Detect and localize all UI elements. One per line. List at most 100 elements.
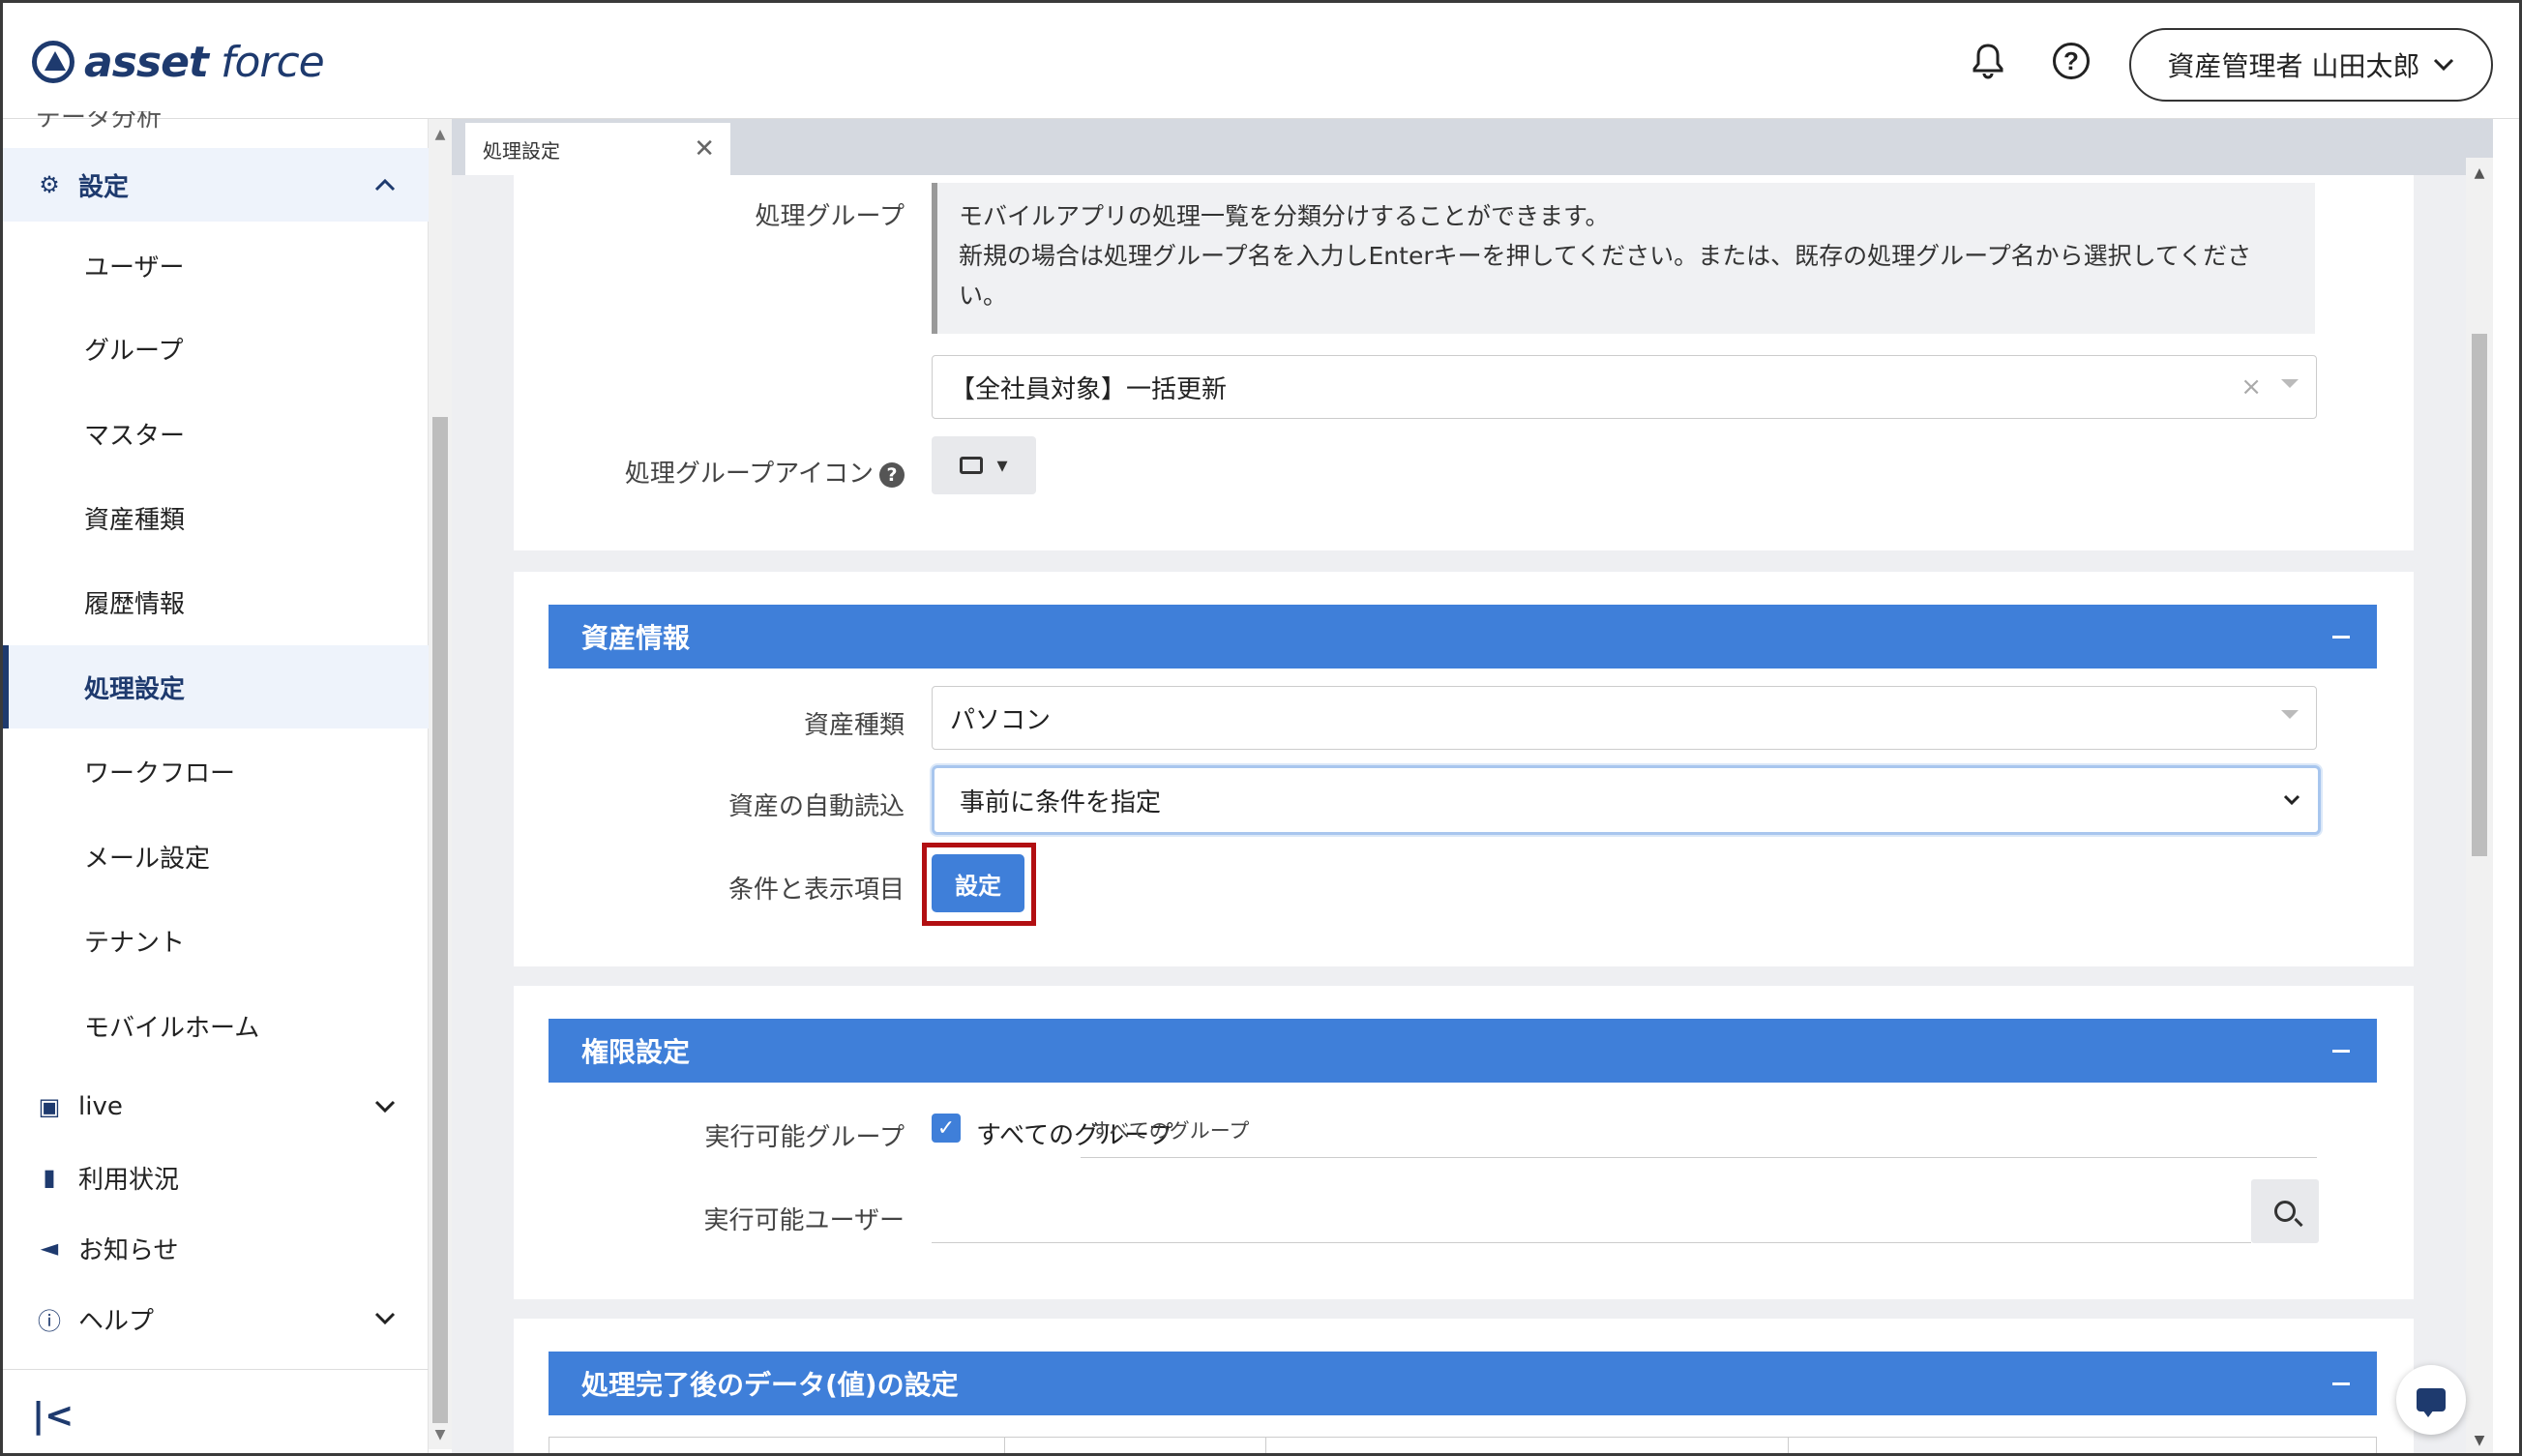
process-group-label: 処理グループ [755,202,905,231]
process-group-icon-label: 処理グループアイコン [624,460,874,489]
chat-icon [2417,1388,2446,1417]
tab-process-settings[interactable]: 処理設定 ✕ [465,123,730,175]
asset-force-logo[interactable]: asset force [32,37,325,87]
executable-group-label: 実行可能グループ [704,1123,905,1152]
caret-down-icon [2281,379,2299,388]
process-group-info: モバイルアプリの処理一覧を分類分けすることができます。 新規の場合は処理グループ… [932,183,2315,334]
permission-card: 権限設定 実行可能グループ ✓ すべてのグループ すべてのグループ 実行可能ユー… [514,986,2414,1299]
bell-icon[interactable] [1967,40,2009,82]
permission-header[interactable]: 権限設定 [549,1019,2377,1083]
sidebar-item-history[interactable]: 履歴情報 [3,560,429,643]
sidebar-item-help[interactable]: ⓘ ヘルプ [3,1285,429,1352]
process-group-icon-label-wrap: 処理グループアイコン? [514,454,905,490]
sidebar-item-mobile-home[interactable]: モバイルホーム [3,984,429,1067]
sidebar-divider [3,1369,429,1370]
process-group-value: 【全社員対象】一括更新 [950,374,1228,404]
collapse-minus-icon[interactable] [2332,1050,2350,1053]
question-icon[interactable]: ? [879,461,905,488]
collapse-sidebar-icon[interactable]: |< [32,1396,74,1436]
close-icon[interactable]: ✕ [694,134,715,163]
info-line-2: 新規の場合は処理グループ名を入力しEnterキーを押してください。または、既存の… [959,242,2252,270]
all-groups-checkbox[interactable]: ✓ [932,1114,961,1143]
logo-text-asset: asset [84,37,209,87]
sidebar-item-tenant[interactable]: テナント [3,899,429,982]
sidebar-item-settings[interactable]: ⚙ 設定 [3,148,429,222]
clear-icon[interactable]: × [2240,372,2262,401]
tab-bar: 処理設定 ✕ [452,119,2493,175]
sidebar-scroll-thumb[interactable] [432,417,448,1423]
auto-load-select[interactable]: 事前に条件を指定 [932,765,2321,835]
user-search-button[interactable] [2251,1179,2319,1243]
monitor-icon [960,457,984,474]
scroll-down-arrow-icon[interactable]: ▼ [429,1427,452,1442]
condition-settings-button[interactable]: 設定 [932,854,1024,912]
chevron-down-icon [374,1100,396,1114]
section-title: 処理完了後のデータ(値)の設定 [581,1369,959,1401]
process-group-select[interactable]: 【全社員対象】一括更新 × [932,355,2317,419]
app-window: asset force ? 資産管理者 山田太郎 データ分析 ⚙ 設定 ユーザー… [0,0,2522,1456]
sidebar-item-master[interactable]: マスター [3,392,429,475]
search-icon [2274,1201,2296,1222]
scroll-up-arrow-icon[interactable]: ▲ [2466,165,2493,181]
main-scroll-thumb[interactable] [2472,334,2487,856]
help-icon[interactable]: ? [2050,40,2092,82]
auto-load-label: 資産の自動読込 [727,792,905,821]
sidebar-item-usage[interactable]: ▮ 利用状況 [3,1144,429,1211]
condition-label: 条件と表示項目 [727,876,905,905]
caret-down-icon: ▾ [996,453,1008,478]
section-title: 資産情報 [581,622,691,654]
process-group-icon-picker[interactable]: ▾ [932,436,1036,494]
sidebar-item-data-analysis[interactable]: データ分析 [3,111,429,140]
data-settings-header[interactable]: 処理完了後のデータ(値)の設定 [549,1352,2377,1415]
info-line-3: い。 [959,282,1008,310]
logo-text-force: force [220,37,325,87]
help-icon: ⓘ [38,1307,61,1335]
collapse-minus-icon[interactable] [2332,1382,2350,1385]
sidebar-item-mail-settings[interactable]: メール設定 [3,815,429,898]
chevron-down-icon [2434,58,2454,72]
sidebar-item-live[interactable]: ▣ live [3,1073,429,1141]
tab-label: 処理設定 [483,138,560,163]
sidebar-item-asset-types[interactable]: 資産種類 [3,476,429,559]
chevron-down-icon [374,1312,396,1325]
executable-user-label: 実行可能ユーザー [703,1206,905,1235]
sidebar-item-groups[interactable]: グループ [3,307,429,390]
asset-type-value: パソコン [950,705,1052,735]
logo-mark-icon [32,41,74,83]
megaphone-icon: ◄ [40,1234,59,1262]
live-icon: ▣ [38,1093,61,1120]
sidebar-item-notices[interactable]: ◄ お知らせ [3,1214,429,1282]
chevron-down-icon [2283,794,2300,806]
asset-type-label: 資産種類 [803,711,905,740]
section-title: 権限設定 [581,1036,691,1068]
info-line-1: モバイルアプリの処理一覧を分類分けすることができます。 [959,202,1610,230]
chat-button[interactable] [2396,1365,2466,1435]
data-settings-table [549,1437,2377,1453]
asset-info-header[interactable]: 資産情報 [549,605,2377,669]
executable-user-field[interactable] [932,1179,2251,1243]
sidebar-item-label: 設定 [78,172,130,202]
user-menu-button[interactable]: 資産管理者 山田太郎 [2129,28,2493,102]
app-header: asset force ? 資産管理者 山田太郎 [3,3,2519,119]
all-groups-tag: すべてのグループ [1090,1119,1250,1143]
auto-load-value: 事前に条件を指定 [960,787,1162,817]
sidebar-item-process-settings[interactable]: 処理設定 [3,645,429,728]
caret-down-icon [2281,710,2299,719]
asset-type-select[interactable]: パソコン [932,686,2317,750]
sidebar-item-workflow[interactable]: ワークフロー [3,729,429,813]
main-content: 処理設定 ✕ 処理グループ モバイルアプリの処理一覧を分類分けすることができます… [452,119,2493,1453]
scroll-up-arrow-icon[interactable]: ▲ [429,127,452,142]
collapse-minus-icon[interactable] [2332,636,2350,639]
sidebar-item-users[interactable]: ユーザー [3,223,429,307]
sidebar-item-label: データ分析 [36,111,163,133]
process-group-card: 処理グループ モバイルアプリの処理一覧を分類分けすることができます。 新規の場合… [514,175,2414,550]
executable-group-field[interactable]: すべてのグループ [1081,1110,2317,1158]
data-settings-card: 処理完了後のデータ(値)の設定 [514,1319,2414,1453]
main-scrollbar[interactable]: ▲ ▼ [2466,158,2493,1453]
scroll-down-arrow-icon[interactable]: ▼ [2466,1433,2493,1448]
sidebar: データ分析 ⚙ 設定 ユーザー グループ マスター 資産種類 履歴情報 処理設定… [3,111,429,1453]
user-name: 資産管理者 山田太郎 [2167,50,2420,82]
gear-icon: ⚙ [39,171,60,198]
bar-chart-icon: ▮ [43,1164,56,1191]
sidebar-scrollbar[interactable]: ▲ ▼ [429,119,452,1449]
